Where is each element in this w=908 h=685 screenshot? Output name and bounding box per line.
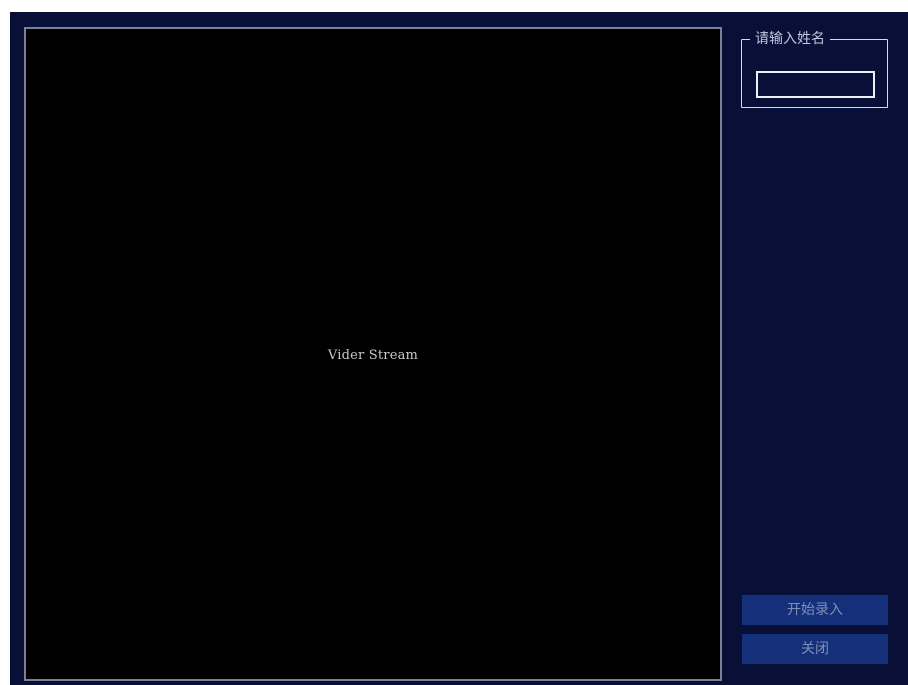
name-input-group-title: 请输入姓名 bbox=[750, 30, 830, 48]
video-stream-label: Vider Stream bbox=[327, 348, 419, 363]
video-stream-panel: Vider Stream bbox=[24, 27, 722, 681]
start-enrollment-button[interactable]: 开始录入 bbox=[742, 595, 888, 625]
name-input-group: 请输入姓名 bbox=[741, 30, 888, 108]
name-input[interactable] bbox=[756, 71, 875, 98]
face-enrollment-window: Vider Stream 请输入姓名 开始录入 关闭 bbox=[10, 12, 908, 685]
close-button[interactable]: 关闭 bbox=[742, 634, 888, 664]
